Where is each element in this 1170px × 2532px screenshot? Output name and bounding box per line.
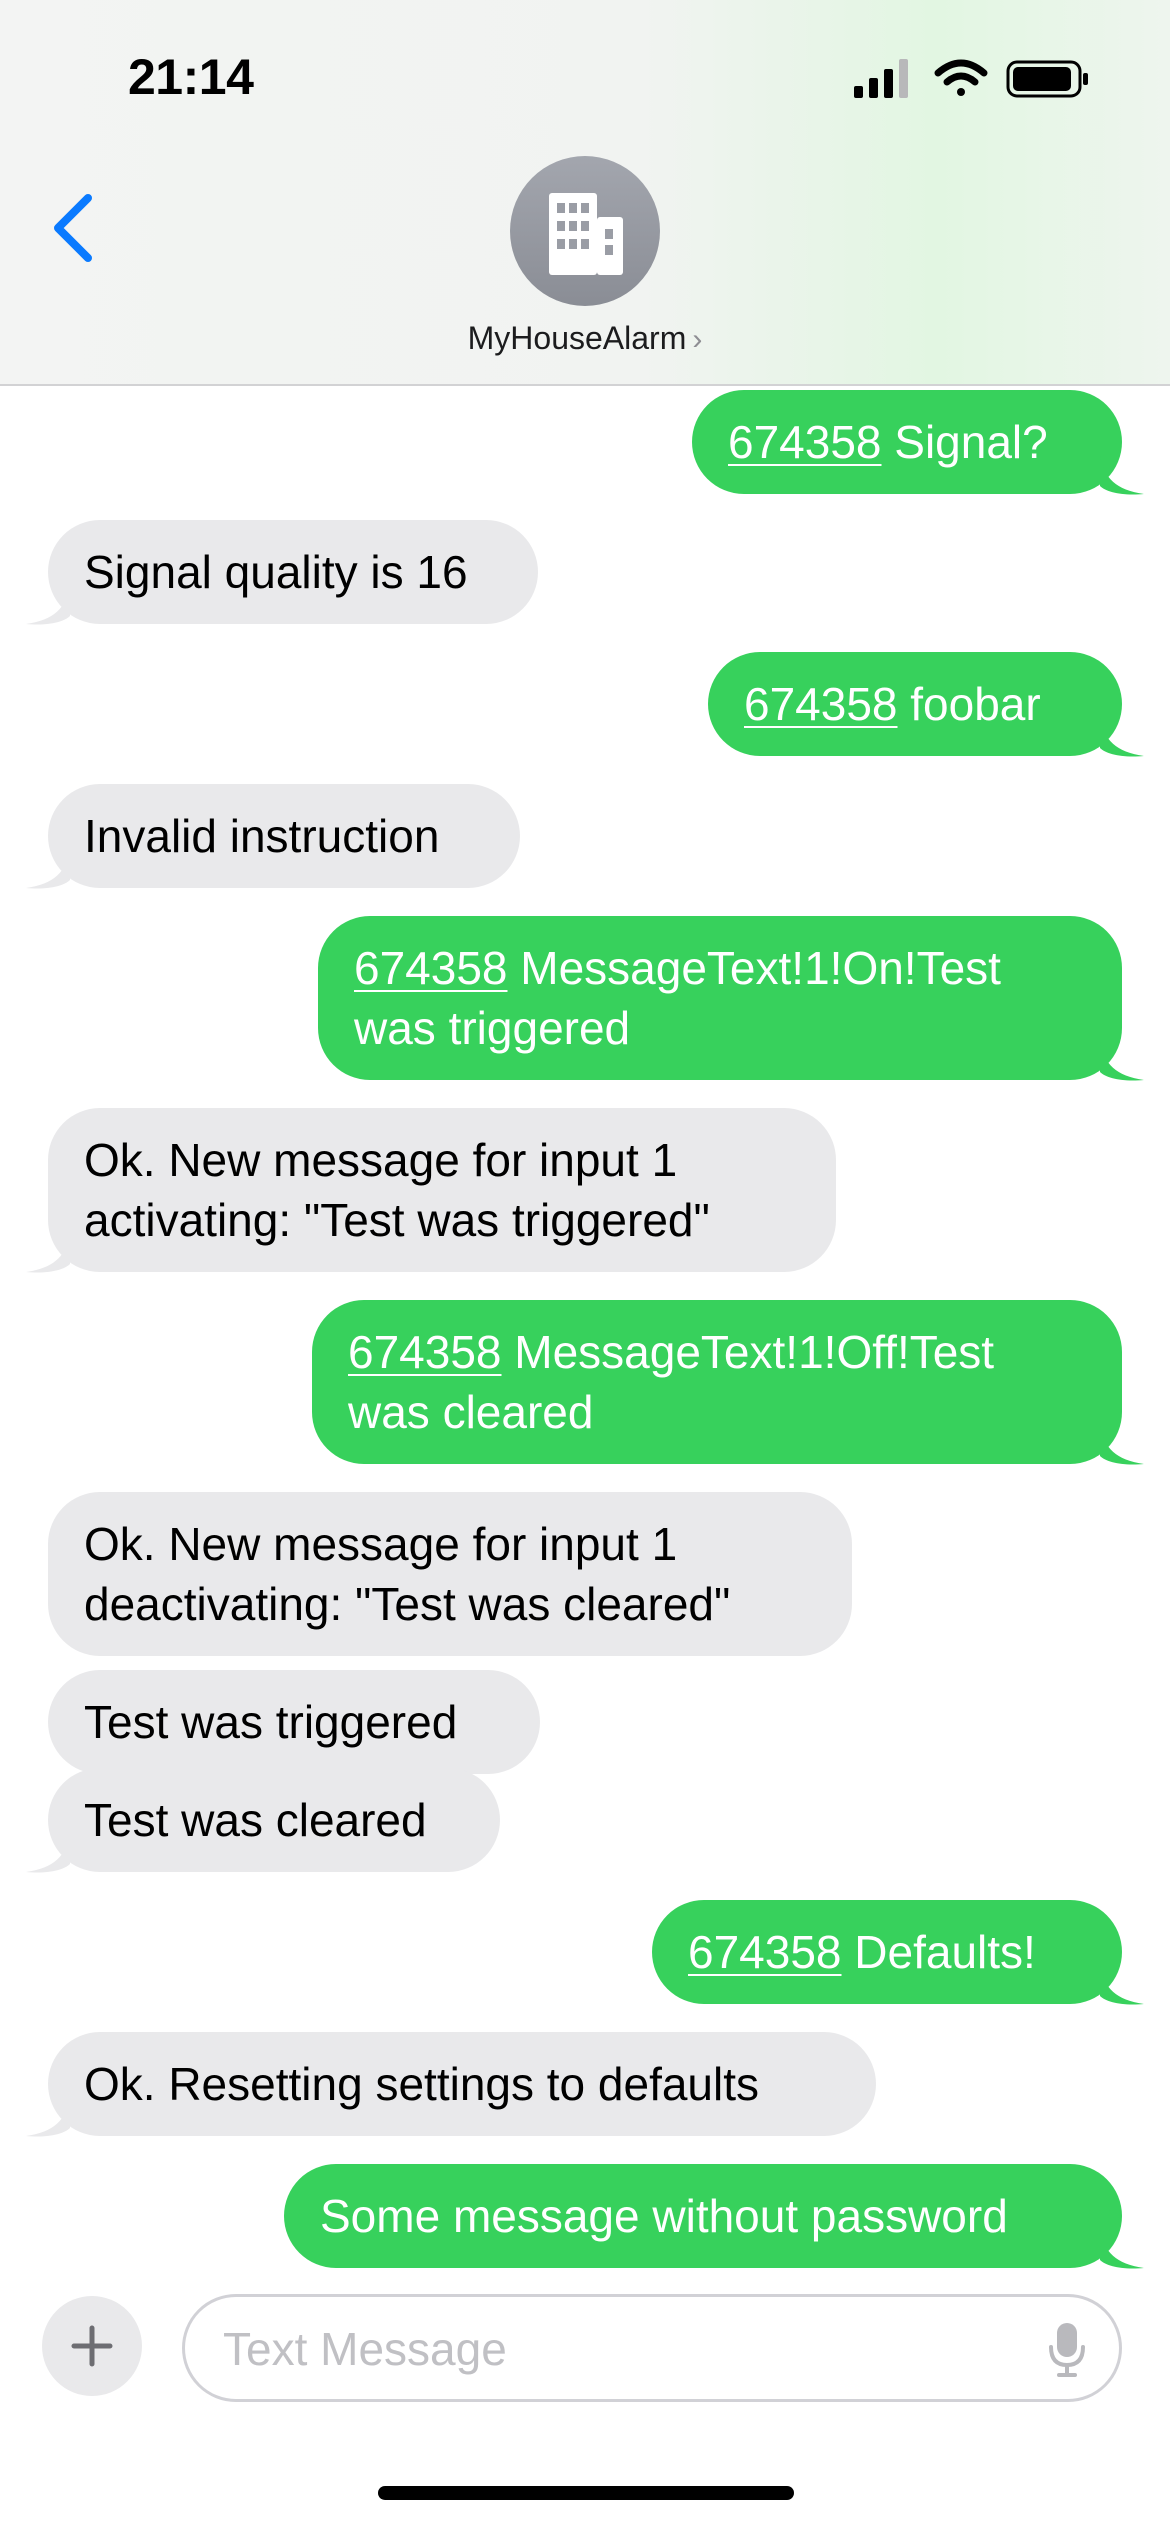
bubble-tail xyxy=(26,1234,70,1273)
bubble-tail xyxy=(1100,718,1144,757)
message-text: Ok. Resetting settings to defaults xyxy=(84,2058,760,2110)
message-text: Signal quality is 16 xyxy=(84,546,468,598)
password-link[interactable]: 674358 xyxy=(744,678,898,730)
contact-name: MyHouseAlarm xyxy=(467,320,687,356)
password-link[interactable]: 674358 xyxy=(348,1326,502,1378)
password-link[interactable]: 674358 xyxy=(688,1926,842,1978)
message-received[interactable]: Ok. New message for input 1 activating: "… xyxy=(26,1108,836,1273)
bubble-tail xyxy=(1100,456,1144,495)
message-sent[interactable]: 674358 foobar xyxy=(708,652,1144,757)
message-text: Ok. New message for input 1 deactivating:… xyxy=(84,1518,731,1630)
wifi-icon xyxy=(934,59,988,96)
contact-name-button[interactable]: MyHouseAlarm › xyxy=(0,320,1170,357)
password-link[interactable]: 674358 xyxy=(728,416,882,468)
message-received[interactable]: Invalid instruction xyxy=(26,784,520,889)
bubble-tail xyxy=(1100,2230,1144,2269)
cellular-signal-icon xyxy=(854,59,908,98)
bubble-tail xyxy=(1100,1426,1144,1465)
conversation-header: 21:14 MyHouseAlarm › xyxy=(0,0,1170,386)
building-icon xyxy=(549,193,623,275)
bubble-tail xyxy=(26,1834,70,1873)
plus-icon xyxy=(71,2325,113,2367)
message-text: Test was cleared xyxy=(84,1794,427,1846)
message-received[interactable]: Signal quality is 16 xyxy=(26,520,538,625)
apps-plus-button[interactable] xyxy=(42,2296,142,2396)
home-indicator[interactable] xyxy=(378,2486,794,2500)
status-time: 21:14 xyxy=(128,49,254,105)
message-composer[interactable] xyxy=(182,2294,1122,2402)
bubble-tail xyxy=(1100,1966,1144,2005)
message-text: Test was triggered xyxy=(84,1696,458,1748)
message-text: 674358 Defaults! xyxy=(688,1926,1036,1978)
message-input[interactable] xyxy=(221,2297,1005,2401)
status-icons xyxy=(854,59,1088,98)
message-sent[interactable]: 674358 Signal? xyxy=(692,390,1144,495)
message-sent[interactable]: 674358 Defaults! xyxy=(652,1900,1144,2005)
chevron-right-icon: › xyxy=(692,323,703,356)
bubble-tail xyxy=(26,2098,70,2137)
microphone-icon[interactable] xyxy=(1047,2321,1087,2379)
battery-icon xyxy=(1006,60,1088,98)
message-received[interactable]: Ok. Resetting settings to defaults xyxy=(26,2032,876,2137)
contact-avatar[interactable] xyxy=(510,156,660,306)
message-sent[interactable]: Some message without password xyxy=(284,2164,1144,2269)
message-text: Some message without password xyxy=(320,2190,1008,2242)
password-link[interactable]: 674358 xyxy=(354,942,508,994)
message-text: 674358 MessageText!1!Off!Test was cleared xyxy=(348,1326,995,1438)
bubble-tail xyxy=(26,586,70,625)
message-text: Invalid instruction xyxy=(84,810,440,862)
back-chevron-icon[interactable] xyxy=(44,190,104,266)
message-received[interactable]: Ok. New message for input 1 deactivating:… xyxy=(48,1492,852,1656)
message-text: 674358 MessageText!1!On!Test was triggere… xyxy=(354,942,1001,1054)
bubble-tail xyxy=(26,850,70,889)
message-sent[interactable]: 674358 MessageText!1!Off!Test was cleared xyxy=(312,1300,1144,1465)
bubble-tail xyxy=(1100,1042,1144,1081)
message-received[interactable]: Test was cleared xyxy=(26,1768,500,1873)
message-text: 674358 Signal? xyxy=(728,416,1048,468)
message-sent[interactable]: 674358 MessageText!1!On!Test was triggere… xyxy=(318,916,1144,1081)
message-text: 674358 foobar xyxy=(744,678,1041,730)
message-text: Ok. New message for input 1 activating: "… xyxy=(84,1134,710,1246)
message-received[interactable]: Test was triggered xyxy=(48,1670,540,1774)
